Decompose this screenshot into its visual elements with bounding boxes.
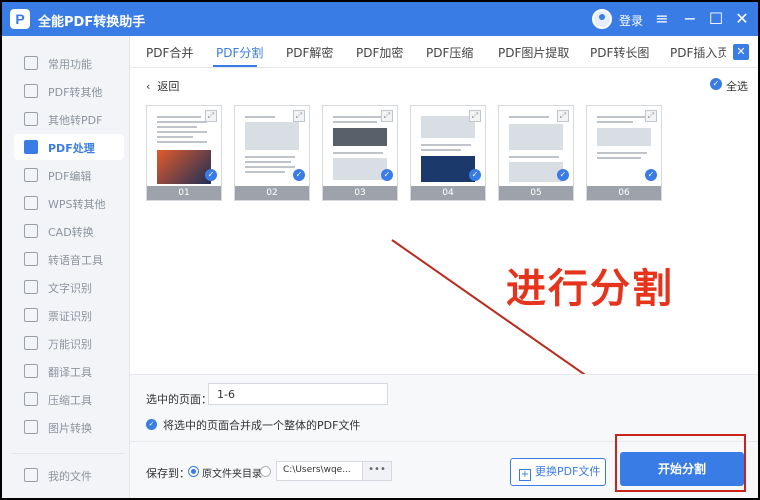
sidebar-item-label: 翻译工具 [48, 366, 92, 379]
ticket-icon [24, 308, 38, 322]
maximize-icon[interactable]: ☐ [706, 9, 726, 29]
file-export-icon [24, 84, 38, 98]
sidebar-item-image[interactable]: 图片转换 [14, 414, 124, 440]
sidebar-item-ocr-text[interactable]: 文字识别 [14, 274, 124, 300]
sidebar-item-voice[interactable]: 转语音工具 [14, 246, 124, 272]
sidebar-item-label: 票证识别 [48, 310, 92, 323]
sidebar-item-label: WPS转其他 [48, 198, 106, 211]
image-icon [24, 420, 38, 434]
title-bar: P 全能PDF转换助手 登录 ≡ − ☐ ✕ [2, 2, 758, 36]
sidebar-item-common[interactable]: 常用功能 [14, 50, 124, 76]
menu-icon[interactable]: ≡ [652, 9, 672, 29]
star-icon [24, 56, 38, 70]
sidebar-item-pdf-to-other[interactable]: PDF转其他 [14, 78, 124, 104]
translate-icon [24, 364, 38, 378]
sidebar-item-cad[interactable]: CAD转换 [14, 218, 124, 244]
cad-icon [24, 224, 38, 238]
save-to-label: 保存到： [146, 467, 190, 480]
sidebar-item-label: PDF转其他 [48, 86, 103, 99]
sidebar-item-label: 其他转PDF [48, 114, 103, 127]
replace-pdf-button[interactable]: + 更换PDF文件 [510, 458, 606, 486]
sidebar: 常用功能 PDF转其他 其他转PDF PDF处理 PDF编辑 WPS转其他 CA… [2, 36, 130, 498]
pdf-process-icon [24, 140, 38, 154]
merge-check-icon[interactable]: ✓ [146, 419, 157, 430]
sidebar-item-label: 常用功能 [48, 58, 92, 71]
user-avatar-icon[interactable] [592, 9, 612, 29]
text-scan-icon [24, 280, 38, 294]
scan-icon [24, 336, 38, 350]
merge-option-label[interactable]: 将选中的页面合并成一个整体的PDF文件 [163, 417, 360, 433]
selected-pages-label: 选中的页面： [146, 393, 212, 406]
folder-icon [24, 468, 38, 482]
sidebar-item-translate[interactable]: 翻译工具 [14, 358, 124, 384]
sidebar-item-label: 文字识别 [48, 282, 92, 295]
main-panel: PDF合并 PDF分割 PDF解密 PDF加密 PDF压缩 PDF图片提取 PD… [130, 36, 758, 498]
sidebar-item-label: 图片转换 [48, 422, 92, 435]
app-title: 全能PDF转换助手 [38, 15, 146, 30]
sidebar-item-label: PDF处理 [48, 142, 95, 155]
radio-source-folder[interactable] [188, 466, 199, 477]
sidebar-item-my-files[interactable]: 我的文件 [14, 462, 124, 488]
source-folder-label[interactable]: 原文件夹目录 [202, 465, 262, 480]
sidebar-item-ticket[interactable]: 票证识别 [14, 302, 124, 328]
sidebar-item-universal[interactable]: 万能识别 [14, 330, 124, 356]
app-window: P 全能PDF转换助手 登录 ≡ − ☐ ✕ 常用功能 PDF转其他 其他转PD… [2, 2, 758, 498]
browse-button[interactable]: ••• [362, 461, 392, 481]
sidebar-item-label: 万能识别 [48, 338, 92, 351]
start-split-button[interactable]: 开始分割 [620, 452, 744, 486]
wps-icon [24, 196, 38, 210]
sidebar-item-label: PDF编辑 [48, 170, 92, 183]
edit-icon [24, 168, 38, 182]
app-logo: P [10, 9, 30, 29]
radio-custom-path[interactable] [260, 466, 271, 477]
sidebar-item-label: CAD转换 [48, 226, 94, 239]
sidebar-item-other-to-pdf[interactable]: 其他转PDF [14, 106, 124, 132]
compress-icon [24, 392, 38, 406]
sidebar-item-wps[interactable]: WPS转其他 [14, 190, 124, 216]
minimize-icon[interactable]: − [680, 9, 700, 29]
voice-icon [24, 252, 38, 266]
login-link[interactable]: 登录 [619, 12, 643, 29]
close-icon[interactable]: ✕ [732, 9, 752, 29]
sidebar-divider [12, 453, 124, 454]
sidebar-item-compress[interactable]: 压缩工具 [14, 386, 124, 412]
selected-pages-input[interactable]: 1-6 [208, 383, 388, 405]
sidebar-item-pdf-process[interactable]: PDF处理 [14, 134, 124, 160]
file-import-icon [24, 112, 38, 126]
sidebar-item-label: 压缩工具 [48, 394, 92, 407]
sidebar-item-pdf-edit[interactable]: PDF编辑 [14, 162, 124, 188]
sidebar-item-label: 我的文件 [48, 470, 92, 483]
replace-pdf-label: 更换PDF文件 [535, 465, 601, 478]
add-file-icon: + [519, 469, 531, 481]
sidebar-item-label: 转语音工具 [48, 254, 103, 267]
